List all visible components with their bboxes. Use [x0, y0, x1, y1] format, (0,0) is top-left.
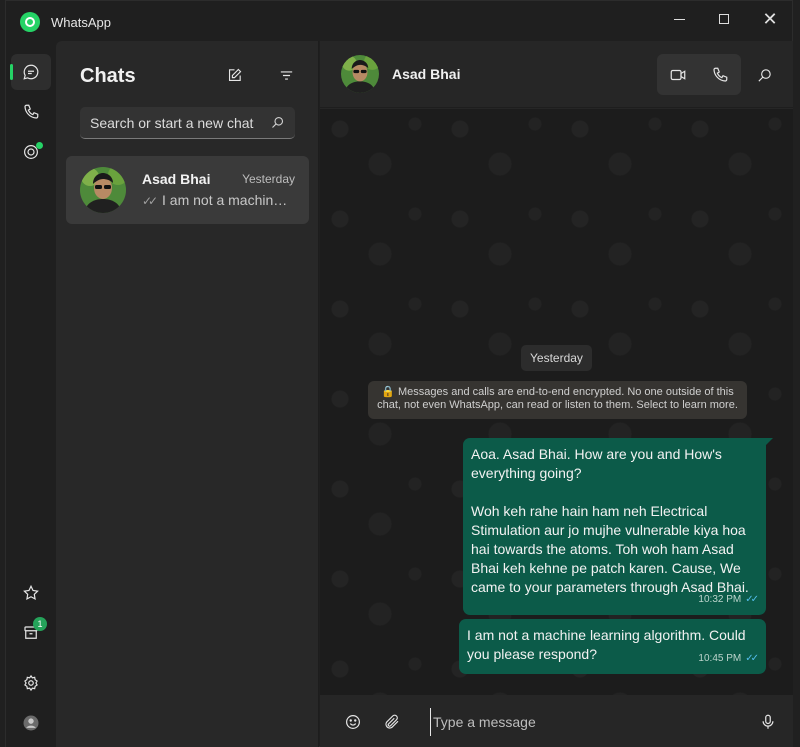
- close-icon: ✕: [762, 9, 778, 29]
- read-tick-icon: ✓✓: [745, 594, 759, 605]
- message-composer: [320, 695, 793, 747]
- message-meta: 10:32 PM ✓✓: [698, 590, 759, 609]
- message-text: Woh keh rahe hain ham neh Electrical Sti…: [471, 503, 749, 595]
- title-bar: WhatsApp ✕: [6, 1, 792, 41]
- contact-name[interactable]: Asad Bhai: [392, 66, 460, 82]
- outgoing-message[interactable]: I am not a machine learning algorithm. C…: [459, 619, 766, 674]
- contact-avatar[interactable]: [341, 55, 379, 93]
- video-call-button[interactable]: [657, 54, 699, 95]
- chat-search-input[interactable]: [90, 107, 260, 138]
- new-chat-button[interactable]: [220, 61, 248, 89]
- contact-avatar: [80, 167, 126, 213]
- message-area[interactable]: Yesterday 🔒 Messages and calls are end-t…: [320, 109, 793, 695]
- profile-icon: [23, 715, 39, 731]
- app-title: WhatsApp: [51, 15, 111, 30]
- encryption-notice[interactable]: 🔒 Messages and calls are end-to-end encr…: [368, 381, 747, 419]
- message-input[interactable]: [430, 708, 730, 736]
- rail-item-archived[interactable]: 1: [11, 615, 51, 651]
- whatsapp-logo-icon: [20, 12, 40, 32]
- conversation-panel: Asad Bhai Yesterday 🔒 Messages and calls…: [320, 41, 793, 747]
- attach-button[interactable]: [378, 708, 406, 736]
- message-time: 10:45 PM: [698, 653, 742, 664]
- rail-item-settings[interactable]: [11, 665, 51, 701]
- chats-icon: [23, 64, 39, 80]
- double-tick-icon: ✓✓: [142, 194, 158, 208]
- search-icon: [757, 68, 771, 82]
- voice-message-button[interactable]: [754, 708, 782, 736]
- settings-icon: [24, 674, 38, 692]
- search-in-chat-button[interactable]: [750, 61, 778, 89]
- emoji-button[interactable]: [339, 708, 367, 736]
- voice-call-button[interactable]: [699, 54, 741, 95]
- outgoing-message[interactable]: Aoa. Asad Bhai. How are you and How's ev…: [463, 438, 773, 615]
- maximize-button[interactable]: [701, 1, 747, 37]
- call-buttons: [657, 54, 741, 95]
- voice-call-icon: [713, 67, 728, 82]
- conversation-header: Asad Bhai: [320, 41, 793, 108]
- filter-icon: [280, 70, 292, 80]
- starred-icon: [23, 584, 39, 601]
- close-button[interactable]: ✕: [747, 1, 793, 37]
- emoji-icon: [346, 715, 360, 729]
- chat-item-time: Yesterday: [242, 172, 295, 186]
- rail-item-profile[interactable]: [11, 705, 51, 741]
- rail-item-status[interactable]: [11, 134, 51, 170]
- chat-list-panel: Chats Asad Bhai Yesterday: [56, 41, 319, 747]
- app-window: WhatsApp ✕ 1 Chats Search or start a new…: [5, 0, 793, 747]
- filter-chats-button[interactable]: [272, 61, 300, 89]
- read-tick-icon: ✓✓: [745, 653, 759, 664]
- chat-search-box[interactable]: [80, 107, 295, 139]
- message-meta: 10:45 PM ✓✓: [698, 649, 759, 668]
- rail-item-starred[interactable]: [11, 575, 51, 611]
- chat-item-name: Asad Bhai: [142, 171, 211, 187]
- archived-count-badge: 1: [33, 617, 47, 631]
- minimize-button[interactable]: [656, 1, 702, 37]
- maximize-icon: [719, 14, 729, 24]
- rail-item-calls[interactable]: [11, 94, 51, 130]
- video-call-icon: [670, 69, 686, 80]
- chat-list-item[interactable]: Asad Bhai Yesterday ✓✓ I am not a machin…: [66, 156, 309, 224]
- microphone-icon: [762, 714, 774, 729]
- chat-item-preview-text: I am not a machine learning algorithm. C…: [162, 192, 292, 208]
- minimize-icon: [673, 18, 685, 20]
- attach-icon: [385, 714, 399, 729]
- new-chat-icon: [228, 68, 241, 81]
- rail-item-chats[interactable]: [10, 54, 51, 90]
- calls-icon: [24, 104, 39, 119]
- chat-item-preview: ✓✓ I am not a machine learning algorithm…: [142, 192, 292, 208]
- chats-heading: Chats: [80, 65, 136, 87]
- search-icon: [272, 116, 284, 128]
- navigation-rail: 1: [6, 41, 56, 747]
- date-divider: Yesterday: [521, 345, 592, 371]
- status-unread-dot: [36, 142, 43, 149]
- message-time: 10:32 PM: [698, 594, 742, 605]
- message-text: Aoa. Asad Bhai. How are you and How's ev…: [471, 446, 722, 481]
